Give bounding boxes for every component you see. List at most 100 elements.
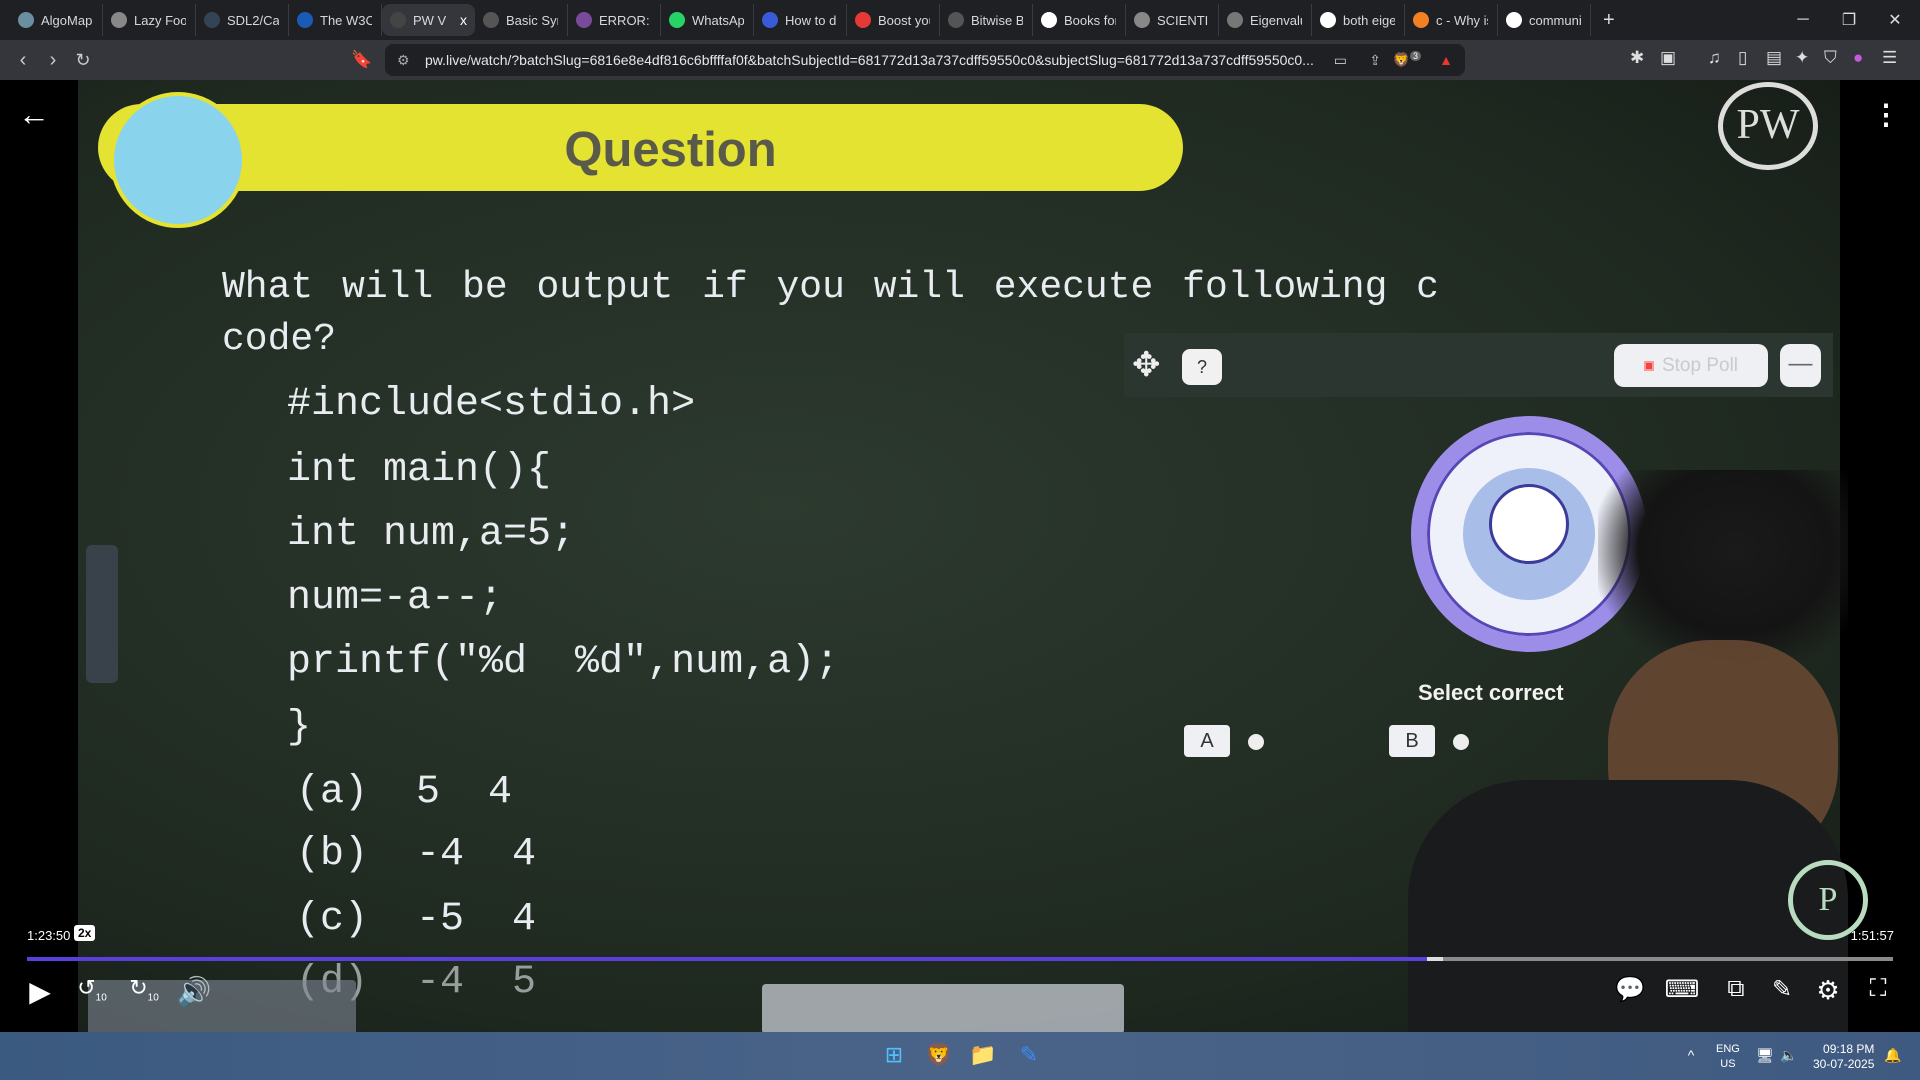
fullscreen-icon[interactable]: ⛶ (1858, 975, 1898, 1003)
code-line: } (287, 705, 312, 750)
browser-tab[interactable]: c - Why is (1405, 4, 1498, 36)
minimize-window-button[interactable]: ─ (1780, 0, 1826, 40)
tab-favicon-icon (390, 12, 406, 28)
url-field[interactable]: ⚙ pw.live/watch/?batchSlug=6816e8e4df816… (385, 44, 1465, 76)
bookmark-icon[interactable]: 🔖 (347, 50, 377, 70)
browser-tab[interactable]: How to d (754, 4, 847, 36)
more-options-icon[interactable]: ⋮ (1872, 98, 1900, 131)
code-line: printf("%d %d",num,a); (287, 640, 840, 685)
pen-app-icon[interactable]: ✎ (1014, 1040, 1044, 1070)
seek-bar[interactable] (27, 957, 1893, 961)
browser-tab[interactable]: The W3C (289, 4, 382, 36)
tab-label: SDL2/Cat (227, 12, 279, 28)
tab-label: both eige (1343, 12, 1395, 28)
option-b: (b) -4 4 (296, 832, 537, 877)
site-settings-icon[interactable]: ⚙ (397, 52, 410, 69)
lecture-frame: Question PW What will be output if you w… (78, 80, 1868, 1032)
brave-rewards-icon[interactable]: ▲ (1439, 52, 1453, 68)
sidebar-icon[interactable]: ▯ (1738, 48, 1747, 68)
browser-tab[interactable]: SCIENTIFI (1126, 4, 1219, 36)
poll-radio-a (1248, 734, 1264, 750)
volume-tray-icon[interactable]: 🔈 (1774, 1040, 1804, 1070)
new-tab-button[interactable]: + (1603, 9, 1615, 32)
reading-icon[interactable]: ▣ (1660, 48, 1676, 68)
browser-tab[interactable]: Bitwise Bi (940, 4, 1033, 36)
start-icon[interactable]: ⊞ (879, 1040, 909, 1070)
settings-icon[interactable]: ⚙ (1808, 975, 1848, 1006)
back-icon[interactable]: ‹ (8, 49, 38, 72)
browser-tab[interactable]: Books for (1033, 4, 1126, 36)
tab-label: AlgoMap (41, 12, 93, 28)
notification-bell-icon[interactable]: 🔔 (1878, 1040, 1908, 1070)
forward-icon[interactable]: › (38, 49, 68, 72)
playback-speed-badge[interactable]: 2x (74, 925, 96, 941)
vpn-icon[interactable]: ⛉ (1824, 48, 1837, 68)
rewind-10-icon[interactable]: ↺10 (72, 975, 112, 1003)
share-icon[interactable]: ⇪ (1369, 52, 1381, 69)
leo-ai-icon[interactable]: ✦ (1795, 48, 1809, 68)
restore-window-button[interactable]: ❐ (1826, 0, 1872, 40)
tab-label: Bitwise Bi (971, 12, 1023, 28)
browser-tab[interactable]: Lazy Foo (103, 4, 196, 36)
forward-10-icon[interactable]: ↻10 (124, 975, 164, 1003)
playlist-icon[interactable]: ⧉ (1716, 975, 1756, 1003)
profile-icon[interactable]: ● (1853, 48, 1863, 68)
browser-tab[interactable]: both eige (1312, 4, 1405, 36)
translate-icon[interactable]: ⌨ (1662, 975, 1702, 1004)
tab-label: communi (1529, 12, 1581, 28)
browser-tab[interactable]: Basic Syn (475, 4, 568, 36)
banner-title: Question (564, 123, 777, 177)
back-arrow-icon[interactable]: ← (18, 96, 50, 133)
system-clock[interactable]: 09:18 PM 30-07-2025 (1813, 1042, 1874, 1072)
brave-taskbar-icon[interactable]: 🦁 (924, 1040, 954, 1070)
close-window-button[interactable]: ✕ (1872, 0, 1918, 40)
browser-tab[interactable]: WhatsApp (661, 4, 754, 36)
file-explorer-icon[interactable]: 📁 (968, 1040, 998, 1070)
tab-favicon-icon (297, 12, 313, 28)
tab-label: ERROR: Th (599, 12, 651, 28)
stop-poll-button: Stop Poll (1614, 344, 1768, 387)
close-tab-icon[interactable]: x (460, 12, 467, 28)
wallet-icon[interactable]: ▤ (1766, 48, 1782, 68)
code-line: #include<stdio.h> (287, 382, 696, 427)
tray-chevron-icon[interactable]: ^ (1676, 1040, 1706, 1070)
tab-label: SCIENTIFI (1157, 12, 1209, 28)
tab-label: How to d (785, 12, 837, 28)
music-icon[interactable]: ♫ (1708, 48, 1721, 68)
tab-label: The W3C (320, 12, 372, 28)
volume-icon[interactable]: 🔊 (174, 975, 214, 1008)
poll-choice-a: A (1184, 725, 1230, 757)
tab-favicon-icon (18, 12, 34, 28)
extensions-icon[interactable]: ✱ (1630, 48, 1644, 68)
brave-shields-icon[interactable]: 🦁 3 (1393, 51, 1421, 69)
tab-label: Basic Syn (506, 12, 558, 28)
mascot-image (110, 92, 246, 228)
browser-tab[interactable]: communi (1498, 4, 1591, 36)
poll-prompt: Select correct (1418, 680, 1564, 705)
language-indicator[interactable]: ENG US (1716, 1042, 1740, 1072)
tab-favicon-icon (204, 12, 220, 28)
browser-tab[interactable]: SDL2/Cat (196, 4, 289, 36)
tab-favicon-icon (1227, 12, 1243, 28)
video-player[interactable]: Question PW What will be output if you w… (0, 80, 1920, 1032)
browser-tab[interactable]: AlgoMap (10, 4, 103, 36)
chat-icon[interactable]: 💬 (1610, 975, 1650, 1004)
browser-tab[interactable]: ERROR: Th (568, 4, 661, 36)
code-line: num=-a--; (287, 576, 504, 621)
tab-favicon-icon (111, 12, 127, 28)
tab-favicon-icon (1041, 12, 1057, 28)
whiteboard-toolbar (762, 984, 1124, 1032)
move-icon: ✥ (1132, 346, 1161, 384)
browser-tab[interactable]: Eigenvalu (1219, 4, 1312, 36)
menu-icon[interactable]: ☰ (1882, 48, 1897, 68)
reload-icon[interactable]: ↻ (68, 50, 98, 71)
tab-favicon-icon (1506, 12, 1522, 28)
browser-tab[interactable]: Boost you (847, 4, 940, 36)
browser-tab[interactable]: PW V x (382, 4, 475, 36)
notes-icon[interactable]: ✎ (1762, 975, 1802, 1004)
tab-label: Lazy Foo (134, 12, 186, 28)
cast-icon[interactable]: ▭ (1334, 52, 1347, 69)
tab-label: Books for (1064, 12, 1116, 28)
tab-favicon-icon (483, 12, 499, 28)
play-icon[interactable]: ▶ (20, 975, 60, 1008)
